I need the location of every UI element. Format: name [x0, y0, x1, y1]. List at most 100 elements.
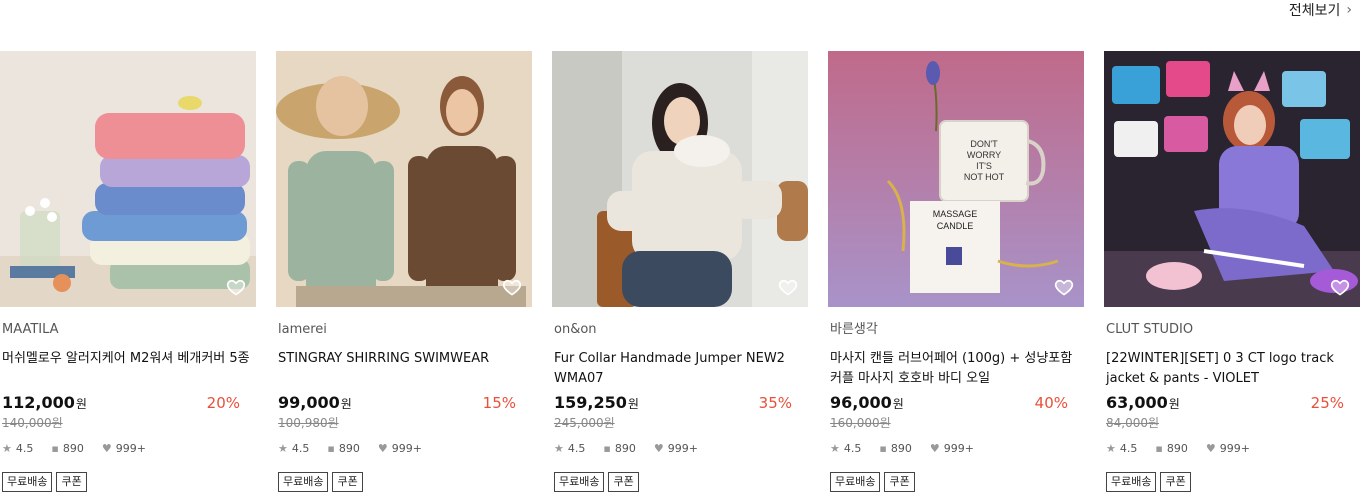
like-count: 999+ — [943, 441, 974, 455]
discount-rate: 20% — [206, 394, 240, 412]
product-brand[interactable]: 바른생각 — [828, 321, 1084, 339]
like-count: 999+ — [115, 441, 146, 455]
rating-value: 4.5 — [567, 441, 586, 455]
original-price: 140,000원 — [2, 416, 63, 430]
jar-line-4: NOT HOT — [964, 172, 1005, 182]
view-all-link[interactable]: 전체보기 › — [1289, 0, 1352, 20]
comment-icon: ▪ — [327, 441, 335, 455]
heart-outline-icon[interactable] — [502, 277, 522, 297]
heart-outline-icon[interactable] — [226, 277, 246, 297]
star-icon: ★ — [1106, 441, 1116, 455]
original-price: 84,000원 — [1106, 416, 1160, 430]
product-image[interactable]: DON'T WORRY IT'S NOT HOT MASSAGE CANDLE — [828, 51, 1084, 307]
star-icon: ★ — [2, 441, 12, 455]
star-icon: ★ — [830, 441, 840, 455]
product-stats: ★ 4.5 ▪ 890 ♥ 999+ — [0, 440, 256, 456]
product-title[interactable]: 머쉬멜로우 알러지케어 M2워셔 베개커버 5종 — [0, 349, 252, 389]
review-count: 890 — [614, 441, 636, 455]
heart-icon: ♥ — [101, 441, 112, 455]
product-title[interactable]: Fur Collar Handmade Jumper NEW2 WMA07 — [552, 349, 804, 389]
product-grid: MAATILA 머쉬멜로우 알러지케어 M2워셔 베개커버 5종 112,000… — [0, 51, 1360, 497]
original-price: 245,000원 — [554, 416, 615, 430]
review-count: 890 — [1166, 441, 1188, 455]
heart-icon: ♥ — [653, 441, 664, 455]
fur-jacket-model-image — [552, 51, 808, 307]
discount-rate: 40% — [1034, 394, 1068, 412]
massage-candle-image: DON'T WORRY IT'S NOT HOT MASSAGE CANDLE — [828, 51, 1084, 307]
product-title[interactable]: STINGRAY SHIRRING SWIMWEAR — [276, 349, 528, 389]
like-count: 999+ — [667, 441, 698, 455]
like-count: 999+ — [391, 441, 422, 455]
discount-rate: 15% — [482, 394, 516, 412]
product-brand[interactable]: MAATILA — [0, 321, 256, 339]
price-row: 159,250원 35% — [552, 393, 792, 412]
like-count: 999+ — [1219, 441, 1250, 455]
product-title[interactable]: [22WINTER][SET] 0 3 CT logo track jacket… — [1104, 349, 1356, 389]
rating-value: 4.5 — [843, 441, 862, 455]
product-tags: 무료배송 쿠폰 — [1104, 472, 1360, 492]
product-card[interactable]: CLUT STUDIO [22WINTER][SET] 0 3 CT logo … — [1104, 51, 1360, 492]
product-title[interactable]: 마사지 캔들 러브어페어 (100g) + 성냥포함 커플 마사지 호호바 바디… — [828, 349, 1080, 389]
product-image[interactable] — [1104, 51, 1360, 307]
free-shipping-tag: 무료배송 — [278, 472, 329, 492]
product-card[interactable]: MAATILA 머쉬멜로우 알러지케어 M2워셔 베개커버 5종 112,000… — [0, 51, 256, 492]
heart-outline-icon[interactable] — [778, 277, 798, 297]
product-tags: 무료배송 쿠폰 — [552, 472, 808, 492]
coupon-tag: 쿠폰 — [884, 472, 915, 492]
violet-tracksuit-model-image — [1104, 51, 1360, 307]
review-count: 890 — [890, 441, 912, 455]
free-shipping-tag: 무료배송 — [554, 472, 605, 492]
rating-value: 4.5 — [15, 441, 34, 455]
price-row: 99,000원 15% — [276, 393, 516, 412]
heart-outline-icon[interactable] — [1330, 277, 1350, 297]
coupon-tag: 쿠폰 — [1160, 472, 1191, 492]
free-shipping-tag: 무료배송 — [1106, 472, 1157, 492]
product-price: 96,000원 — [830, 393, 904, 412]
comment-icon: ▪ — [51, 441, 59, 455]
product-brand[interactable]: on&on — [552, 321, 808, 339]
stacked-pillows-image — [0, 51, 256, 307]
product-price: 159,250원 — [554, 393, 639, 412]
view-all-label: 전체보기 — [1288, 3, 1341, 19]
product-image[interactable] — [552, 51, 808, 307]
box-line-1: MASSAGE — [933, 209, 978, 219]
original-price: 100,980원 — [278, 416, 339, 430]
product-brand[interactable]: CLUT STUDIO — [1104, 321, 1360, 339]
product-card[interactable]: DON'T WORRY IT'S NOT HOT MASSAGE CANDLE … — [828, 51, 1084, 492]
review-count: 890 — [338, 441, 360, 455]
rating-value: 4.5 — [291, 441, 310, 455]
product-tags: 무료배송 쿠폰 — [828, 472, 1084, 492]
box-line-2: CANDLE — [937, 221, 974, 231]
comment-icon: ▪ — [603, 441, 611, 455]
free-shipping-tag: 무료배송 — [830, 472, 881, 492]
jar-line-3: IT'S — [976, 161, 992, 171]
heart-icon: ♥ — [377, 441, 388, 455]
jar-line-2: WORRY — [967, 150, 1001, 160]
product-image[interactable] — [276, 51, 532, 307]
product-tags: 무료배송 쿠폰 — [0, 472, 256, 492]
star-icon: ★ — [278, 441, 288, 455]
heart-icon: ♥ — [929, 441, 940, 455]
heart-outline-icon[interactable] — [1054, 277, 1074, 297]
price-row: 63,000원 25% — [1104, 393, 1344, 412]
product-price: 63,000원 — [1106, 393, 1180, 412]
original-price: 160,000원 — [830, 416, 891, 430]
price-row: 96,000원 40% — [828, 393, 1068, 412]
discount-rate: 25% — [1310, 394, 1344, 412]
star-icon: ★ — [554, 441, 564, 455]
product-card[interactable]: on&on Fur Collar Handmade Jumper NEW2 WM… — [552, 51, 808, 492]
heart-icon: ♥ — [1205, 441, 1216, 455]
chevron-right-icon: › — [1346, 2, 1352, 18]
product-image[interactable] — [0, 51, 256, 307]
price-row: 112,000원 20% — [0, 393, 240, 412]
product-tags: 무료배송 쿠폰 — [276, 472, 532, 492]
product-card[interactable]: lamerei STINGRAY SHIRRING SWIMWEAR 99,00… — [276, 51, 532, 492]
coupon-tag: 쿠폰 — [56, 472, 87, 492]
product-brand[interactable]: lamerei — [276, 321, 532, 339]
discount-rate: 35% — [758, 394, 792, 412]
jar-line-1: DON'T — [970, 139, 998, 149]
two-models-image — [276, 51, 532, 307]
coupon-tag: 쿠폰 — [608, 472, 639, 492]
rating-value: 4.5 — [1119, 441, 1138, 455]
product-stats: ★ 4.5 ▪ 890 ♥ 999+ — [552, 440, 808, 456]
